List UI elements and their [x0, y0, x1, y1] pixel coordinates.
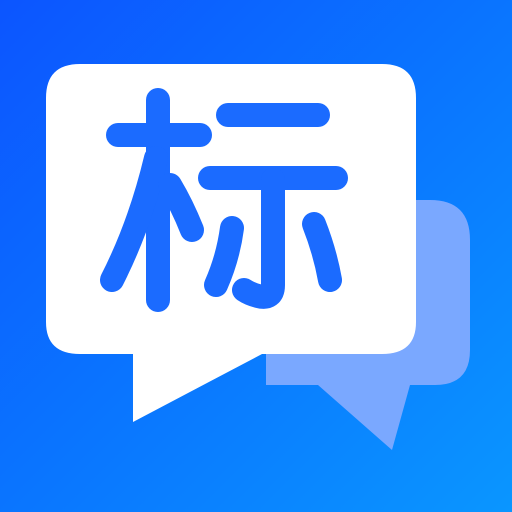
- app-icon[interactable]: 标: [0, 0, 512, 512]
- app-icon-artwork: [0, 0, 512, 512]
